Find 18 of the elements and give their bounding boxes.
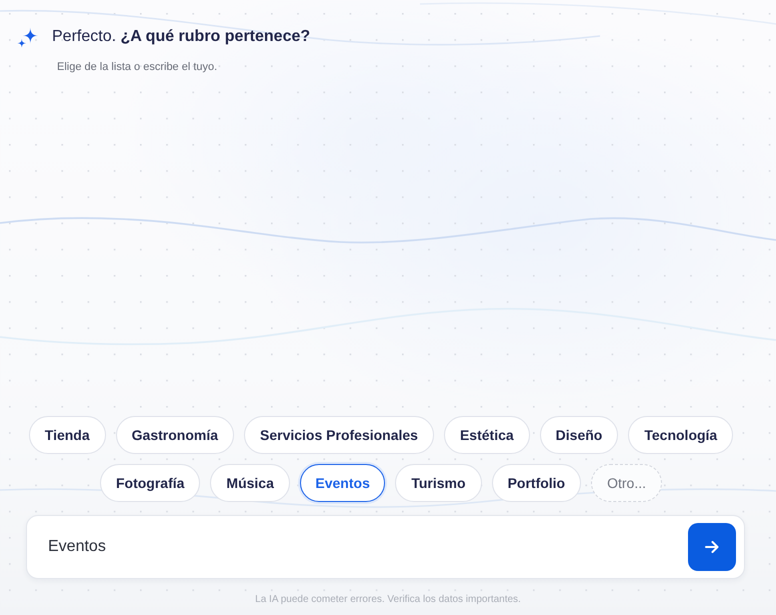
category-chip[interactable]: Tienda	[28, 416, 106, 454]
category-chip[interactable]: Tecnología	[628, 416, 734, 454]
category-chip[interactable]: Gastronomía	[116, 416, 234, 454]
category-chip[interactable]: Música	[210, 464, 290, 502]
category-chip[interactable]: Estética	[444, 416, 530, 454]
text-input[interactable]: Eventos	[48, 532, 678, 562]
send-button[interactable]	[688, 523, 736, 571]
disclaimer-text: La IA puede cometer errores. Verifica los datos importantes.	[255, 593, 521, 607]
category-chip[interactable]: Turismo	[395, 464, 482, 502]
question-title: Perfecto. ¿A qué rubro pertenece?	[52, 27, 310, 47]
instruction-text: Elige de la lista o escribe el tuyo.	[57, 60, 218, 74]
category-chip[interactable]: Portfolio	[492, 464, 582, 502]
category-chip[interactable]: Servicios Profesionales	[244, 416, 434, 454]
sparkle-icon	[17, 26, 38, 48]
category-chip[interactable]: Fotografía	[100, 464, 200, 502]
category-chip[interactable]: Eventos	[300, 464, 386, 502]
message-input-field[interactable]: Eventos	[26, 515, 745, 579]
arrow-right-icon	[705, 541, 719, 553]
